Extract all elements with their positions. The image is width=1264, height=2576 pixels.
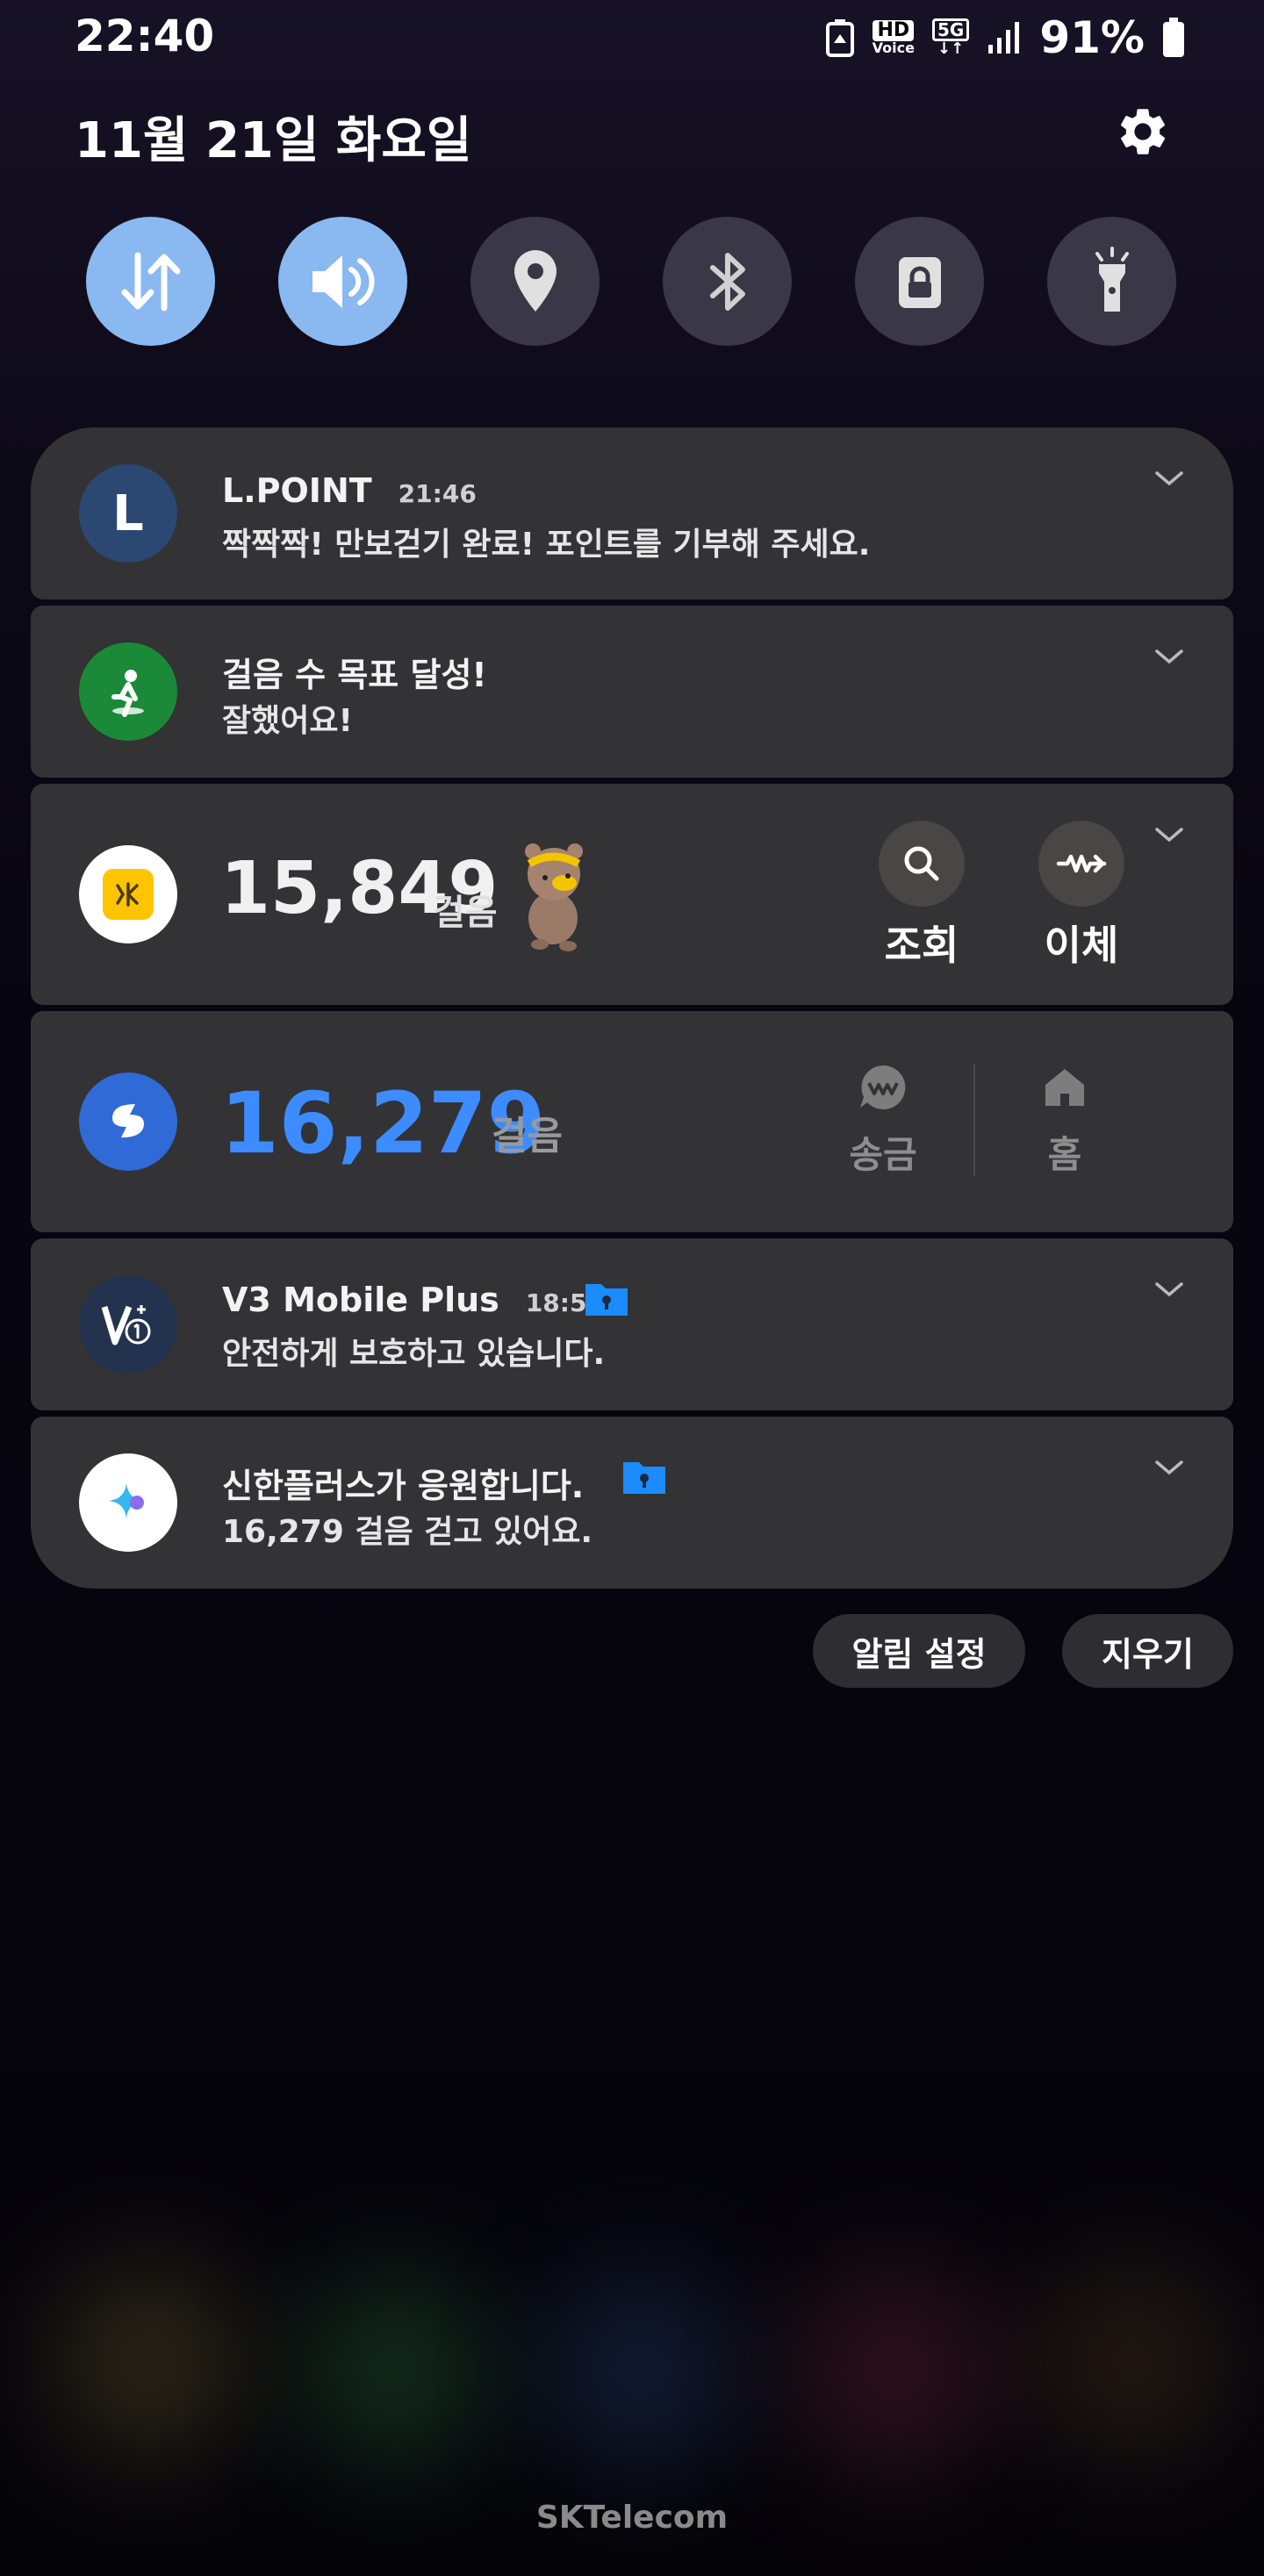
chevron-down-icon[interactable] (1153, 641, 1185, 672)
steps-goal-title: 걸음 수 목표 달성! (222, 656, 487, 694)
bg-glow-green (298, 2273, 492, 2466)
bg-glow-brown (1036, 2264, 1229, 2458)
gear-icon[interactable] (1115, 104, 1171, 160)
bear-character-icon (525, 843, 583, 951)
shinhan-step-unit: 걸음 (492, 1114, 563, 1159)
home-icon[interactable] (1040, 1062, 1089, 1111)
shinhan-plus-title: 신한플러스가 응원합니다. (222, 1467, 585, 1505)
qs-flashlight[interactable] (1047, 217, 1176, 346)
secure-folder-icon (585, 1284, 628, 1316)
notification-panel: L L.POINT 21:46 짝짝짝! 만보걷기 완료! 포인트를 기부해 주… (31, 427, 1233, 1589)
clear-all-button[interactable]: 지우기 (1062, 1614, 1233, 1688)
recycle-icon (825, 19, 854, 57)
sparkle-logo-icon (109, 1483, 144, 1518)
walking-person-icon (111, 670, 144, 717)
send-money-icon[interactable] (856, 1060, 910, 1115)
bg-glow-blue (544, 2273, 737, 2466)
flashlight-icon (1095, 246, 1129, 312)
shinhan-send-label[interactable]: 송금 (817, 1125, 949, 1179)
status-icons: HD Voice 5G ↓↑ 91% (825, 12, 1185, 63)
kb-avatar (79, 845, 177, 944)
bg-glow-red (790, 2264, 1001, 2475)
lock-icon (898, 256, 941, 308)
chevron-down-icon[interactable] (1153, 819, 1185, 850)
qs-location[interactable] (470, 217, 600, 346)
kb-search-label[interactable]: 조회 (856, 914, 988, 972)
hd-voice-icon: HD Voice (873, 20, 915, 55)
status-bar: 22:40 HD Voice 5G ↓↑ 91% (0, 0, 1264, 79)
notification-v3[interactable]: V3 Mobile Plus 18:57 안전하게 보호하고 있습니다. (31, 1238, 1233, 1410)
steps-goal-avatar (79, 642, 177, 741)
bluetooth-icon (709, 252, 745, 311)
kb-step-unit: 걸음 (433, 893, 498, 933)
notification-shinhan-plus[interactable]: 신한플러스가 응원합니다. 16,279 걸음 걷고 있어요. (31, 1417, 1233, 1589)
notification-lpoint[interactable]: L L.POINT 21:46 짝짝짝! 만보걷기 완료! 포인트를 기부해 주… (31, 427, 1233, 599)
lpoint-message: 짝짝짝! 만보걷기 완료! 포인트를 기부해 주세요. (222, 527, 871, 563)
notification-steps-goal[interactable]: 걸음 수 목표 달성! 잘했어요! (31, 606, 1233, 778)
notification-settings-button[interactable]: 알림 설정 (813, 1614, 1025, 1688)
kb-transfer-button[interactable] (1038, 821, 1124, 907)
shinhan-plus-message: 16,279 걸음 걷고 있어요. (222, 1514, 593, 1550)
shinhan-plus-avatar (79, 1453, 177, 1552)
signal-icon (988, 22, 1020, 54)
voice-label: Voice (872, 39, 915, 56)
network-icon: 5G ↓↑ (931, 18, 970, 58)
v3-avatar (79, 1275, 177, 1374)
chevron-down-icon[interactable] (1153, 1274, 1185, 1305)
date-label: 11월 21일 화요일 (75, 112, 472, 169)
action-divider (973, 1064, 975, 1176)
lpoint-time: 21:46 (398, 479, 477, 508)
qs-bluetooth[interactable] (663, 217, 792, 346)
battery-icon (1163, 18, 1184, 57)
carrier-label: SKTelecom (535, 2500, 729, 2536)
chevron-down-icon[interactable] (1153, 463, 1185, 494)
v3-logo-icon (101, 1305, 151, 1345)
status-time: 22:40 (75, 11, 215, 61)
qs-mobile-data[interactable] (86, 217, 215, 346)
quick-settings-row (0, 215, 1264, 347)
lpoint-avatar: L (79, 464, 177, 563)
steps-goal-message: 잘했어요! (222, 703, 353, 739)
network-label: 5G (931, 18, 970, 41)
hd-label: HD (873, 20, 915, 41)
notification-shinhan-steps[interactable]: 16,279 걸음 송금 홈 (31, 1011, 1233, 1232)
secure-folder-icon (623, 1462, 665, 1494)
data-arrows-icon (121, 252, 180, 311)
shinhan-home-label[interactable]: 홈 (999, 1125, 1131, 1179)
notification-kb-steps[interactable]: 15,849 걸음 조회 이체 (31, 784, 1233, 1005)
v3-app-name: V3 Mobile Plus (222, 1281, 499, 1319)
lpoint-app-name: L.POINT (222, 471, 372, 510)
qs-rotation-lock[interactable] (855, 217, 984, 346)
speaker-icon (312, 255, 375, 308)
chevron-down-icon[interactable] (1153, 1452, 1185, 1483)
location-pin-icon (514, 249, 557, 312)
kb-logo-icon (103, 869, 154, 920)
v3-message: 안전하게 보호하고 있습니다. (222, 1336, 606, 1372)
qs-sound[interactable] (278, 217, 407, 346)
network-arrows-icon: ↓↑ (937, 39, 965, 58)
search-icon (904, 846, 939, 881)
shinhan-logo-icon (112, 1104, 144, 1137)
kb-transfer-label[interactable]: 이체 (1016, 914, 1147, 972)
transfer-icon (1056, 854, 1107, 873)
shinhan-avatar (79, 1073, 177, 1171)
battery-percent: 91% (1039, 12, 1145, 63)
lpoint-avatar-letter: L (112, 484, 144, 542)
bg-glow-yellow (53, 2264, 246, 2458)
kb-search-button[interactable] (879, 821, 965, 907)
